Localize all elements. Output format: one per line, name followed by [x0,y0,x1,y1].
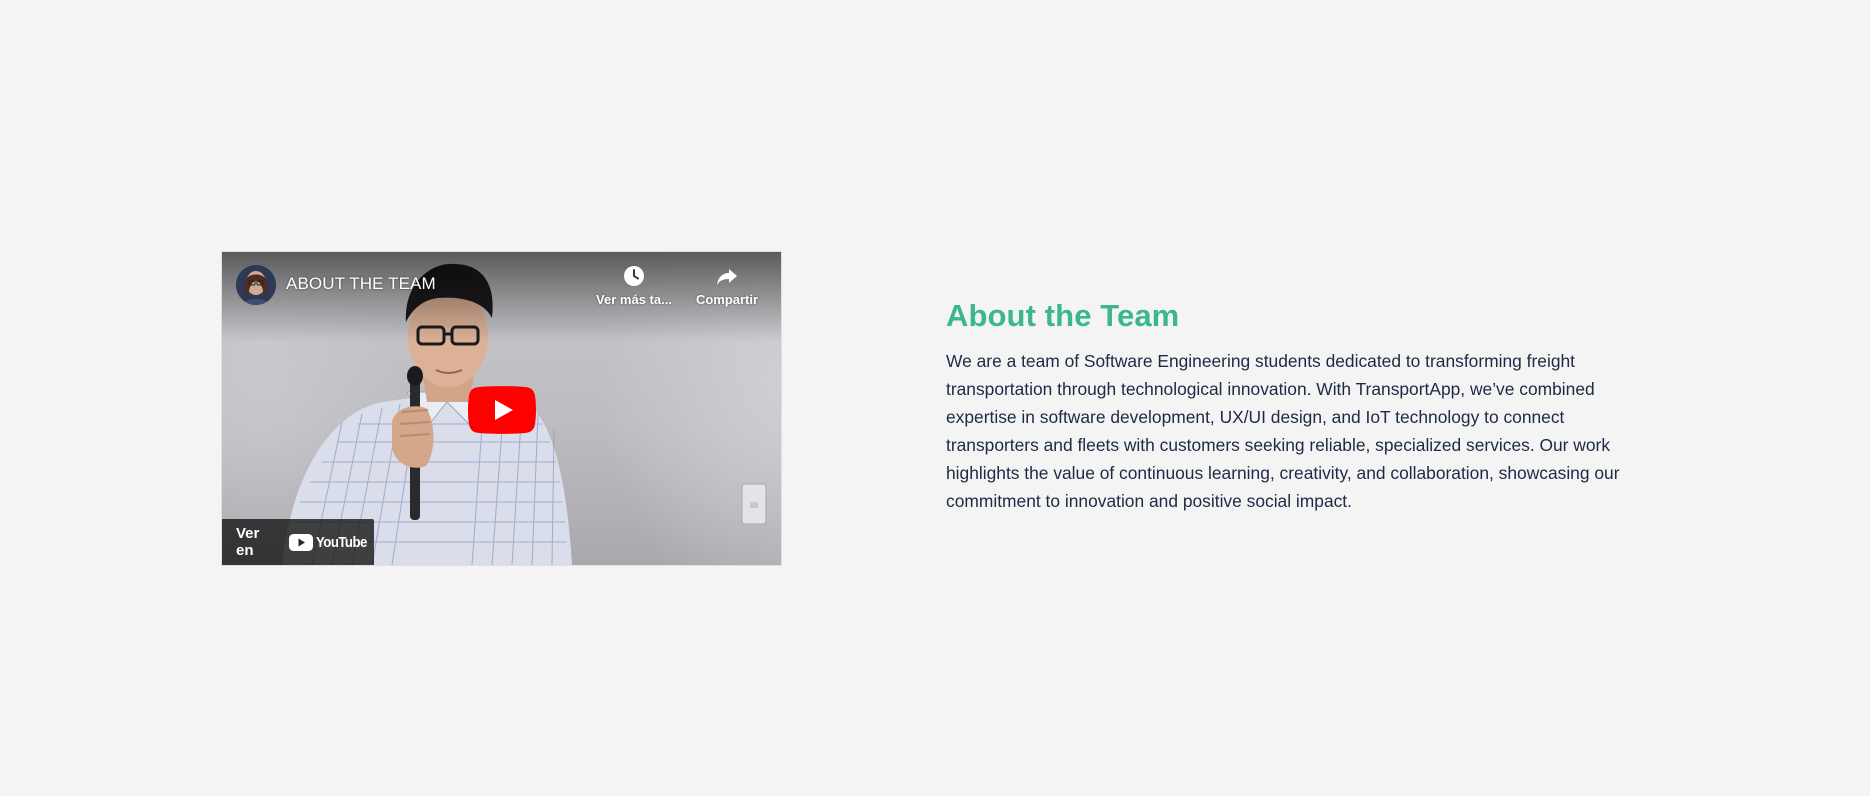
channel-avatar[interactable] [236,265,276,305]
youtube-logo: YouTube [289,533,374,551]
youtube-wordmark: YouTube [316,533,368,551]
youtube-video-embed[interactable]: ABOUT THE TEAM Ver más ta... Compartir V… [222,252,781,565]
watch-on-label: Ver en [236,525,260,559]
share-button[interactable]: Compartir [685,264,769,307]
youtube-logo-icon [289,533,314,551]
watch-later-label: Ver más ta... [596,292,672,307]
avatar-icon [236,265,276,305]
video-title[interactable]: ABOUT THE TEAM [286,274,436,294]
about-team-section: ABOUT THE TEAM Ver más ta... Compartir V… [0,0,1870,796]
about-team-description: We are a team of Software Engineering st… [946,351,1620,511]
clock-icon [624,266,644,286]
share-label: Compartir [695,292,759,307]
about-team-content: About the Team We are a team of Software… [946,298,1646,515]
about-team-heading: About the Team [946,298,1180,333]
watch-later-button[interactable]: Ver más ta... [592,264,676,307]
share-arrow-icon [717,269,737,285]
watch-on-youtube-button[interactable]: Ver en YouTube [222,519,374,565]
play-icon[interactable] [468,386,536,434]
